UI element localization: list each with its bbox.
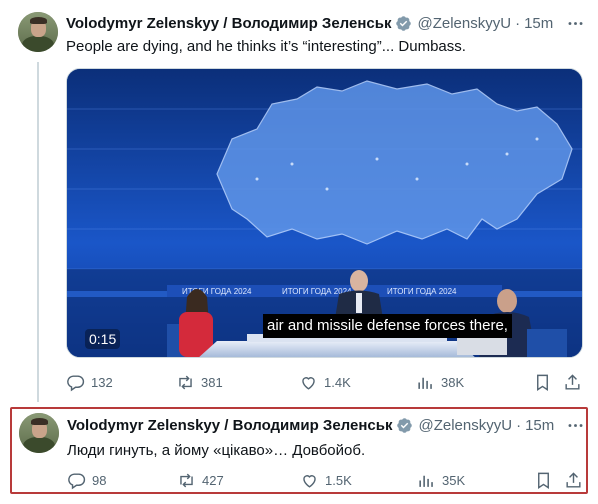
video-player[interactable]: ИТОГИ ГОДА 2024 ИТОГИ ГОДА 2024 ИТОГИ ГО… xyxy=(66,68,583,358)
tweet[interactable]: Volodymyr Zelenskyy / Володимир Зеленськ… xyxy=(0,0,598,400)
like-button[interactable]: 1.5K xyxy=(300,470,352,490)
reply-count: 98 xyxy=(92,472,107,488)
repost-count: 381 xyxy=(201,374,223,390)
tweet-header: Volodymyr Zelenskyy / Володимир Зеленськ… xyxy=(67,415,554,435)
timestamp[interactable]: 15m xyxy=(524,15,553,32)
repost-button[interactable]: 381 xyxy=(176,372,223,392)
reply-icon xyxy=(67,374,85,391)
repost-button[interactable]: 427 xyxy=(177,470,224,490)
tweet-text: People are dying, and he thinks it’s “in… xyxy=(66,38,466,55)
separator-dot: · xyxy=(515,14,521,32)
reply-icon xyxy=(68,472,86,489)
reply-button[interactable]: 132 xyxy=(66,372,113,392)
video-duration: 0:15 xyxy=(85,329,121,349)
tweet-actions: 132 381 1.4K 38K xyxy=(66,372,586,392)
views-count: 35K xyxy=(442,472,466,488)
bookmark-button[interactable] xyxy=(534,470,553,490)
video-subtitle: air and missile defense forces there, xyxy=(263,314,512,338)
author-handle[interactable]: @ZelenskyyU xyxy=(418,417,512,434)
verified-badge-icon[interactable] xyxy=(395,15,412,32)
share-icon xyxy=(566,471,581,488)
author-handle[interactable]: @ZelenskyyU xyxy=(417,15,511,32)
more-icon[interactable] xyxy=(565,415,585,435)
like-count: 1.4K xyxy=(324,374,351,390)
author-name[interactable]: Volodymyr Zelenskyy / Володимир Зеленськ xyxy=(67,417,392,434)
reply-button[interactable]: 98 xyxy=(67,470,106,490)
tweet-header: Volodymyr Zelenskyy / Володимир Зеленськ… xyxy=(66,13,553,33)
reply-count: 132 xyxy=(91,374,113,390)
views-icon xyxy=(418,377,432,389)
views-button[interactable]: 35K xyxy=(417,470,465,490)
share-button[interactable] xyxy=(564,470,583,490)
views-button[interactable]: 38K xyxy=(416,372,464,392)
bookmark-icon xyxy=(537,374,548,391)
views-icon xyxy=(419,475,433,487)
share-button[interactable] xyxy=(563,372,582,392)
tweet-actions: 98 427 1.5K 35K xyxy=(67,470,587,490)
more-icon[interactable] xyxy=(565,13,585,33)
timestamp[interactable]: 15m xyxy=(525,417,554,434)
repost-icon xyxy=(179,375,192,389)
like-icon xyxy=(303,474,316,488)
bookmark-button[interactable] xyxy=(533,372,552,392)
like-count: 1.5K xyxy=(325,472,352,488)
separator-dot: · xyxy=(516,416,522,434)
avatar[interactable] xyxy=(19,413,59,453)
repost-count: 427 xyxy=(202,472,224,488)
views-count: 38K xyxy=(441,374,465,390)
tweet-text: Люди гинуть, а йому «цікаво»… Довбойоб. xyxy=(67,442,366,459)
avatar[interactable] xyxy=(18,12,58,52)
share-icon xyxy=(565,373,580,390)
like-button[interactable]: 1.4K xyxy=(299,372,351,392)
bookmark-icon xyxy=(538,472,549,489)
author-name[interactable]: Volodymyr Zelenskyy / Володимир Зеленськ xyxy=(66,15,391,32)
banner-text-right: ИТОГИ ГОДА 2024 xyxy=(387,287,457,296)
tweet-highlighted[interactable]: Volodymyr Zelenskyy / Володимир Зеленськ… xyxy=(10,407,588,494)
like-icon xyxy=(302,376,315,390)
verified-badge-icon[interactable] xyxy=(396,417,413,434)
repost-icon xyxy=(180,473,193,487)
